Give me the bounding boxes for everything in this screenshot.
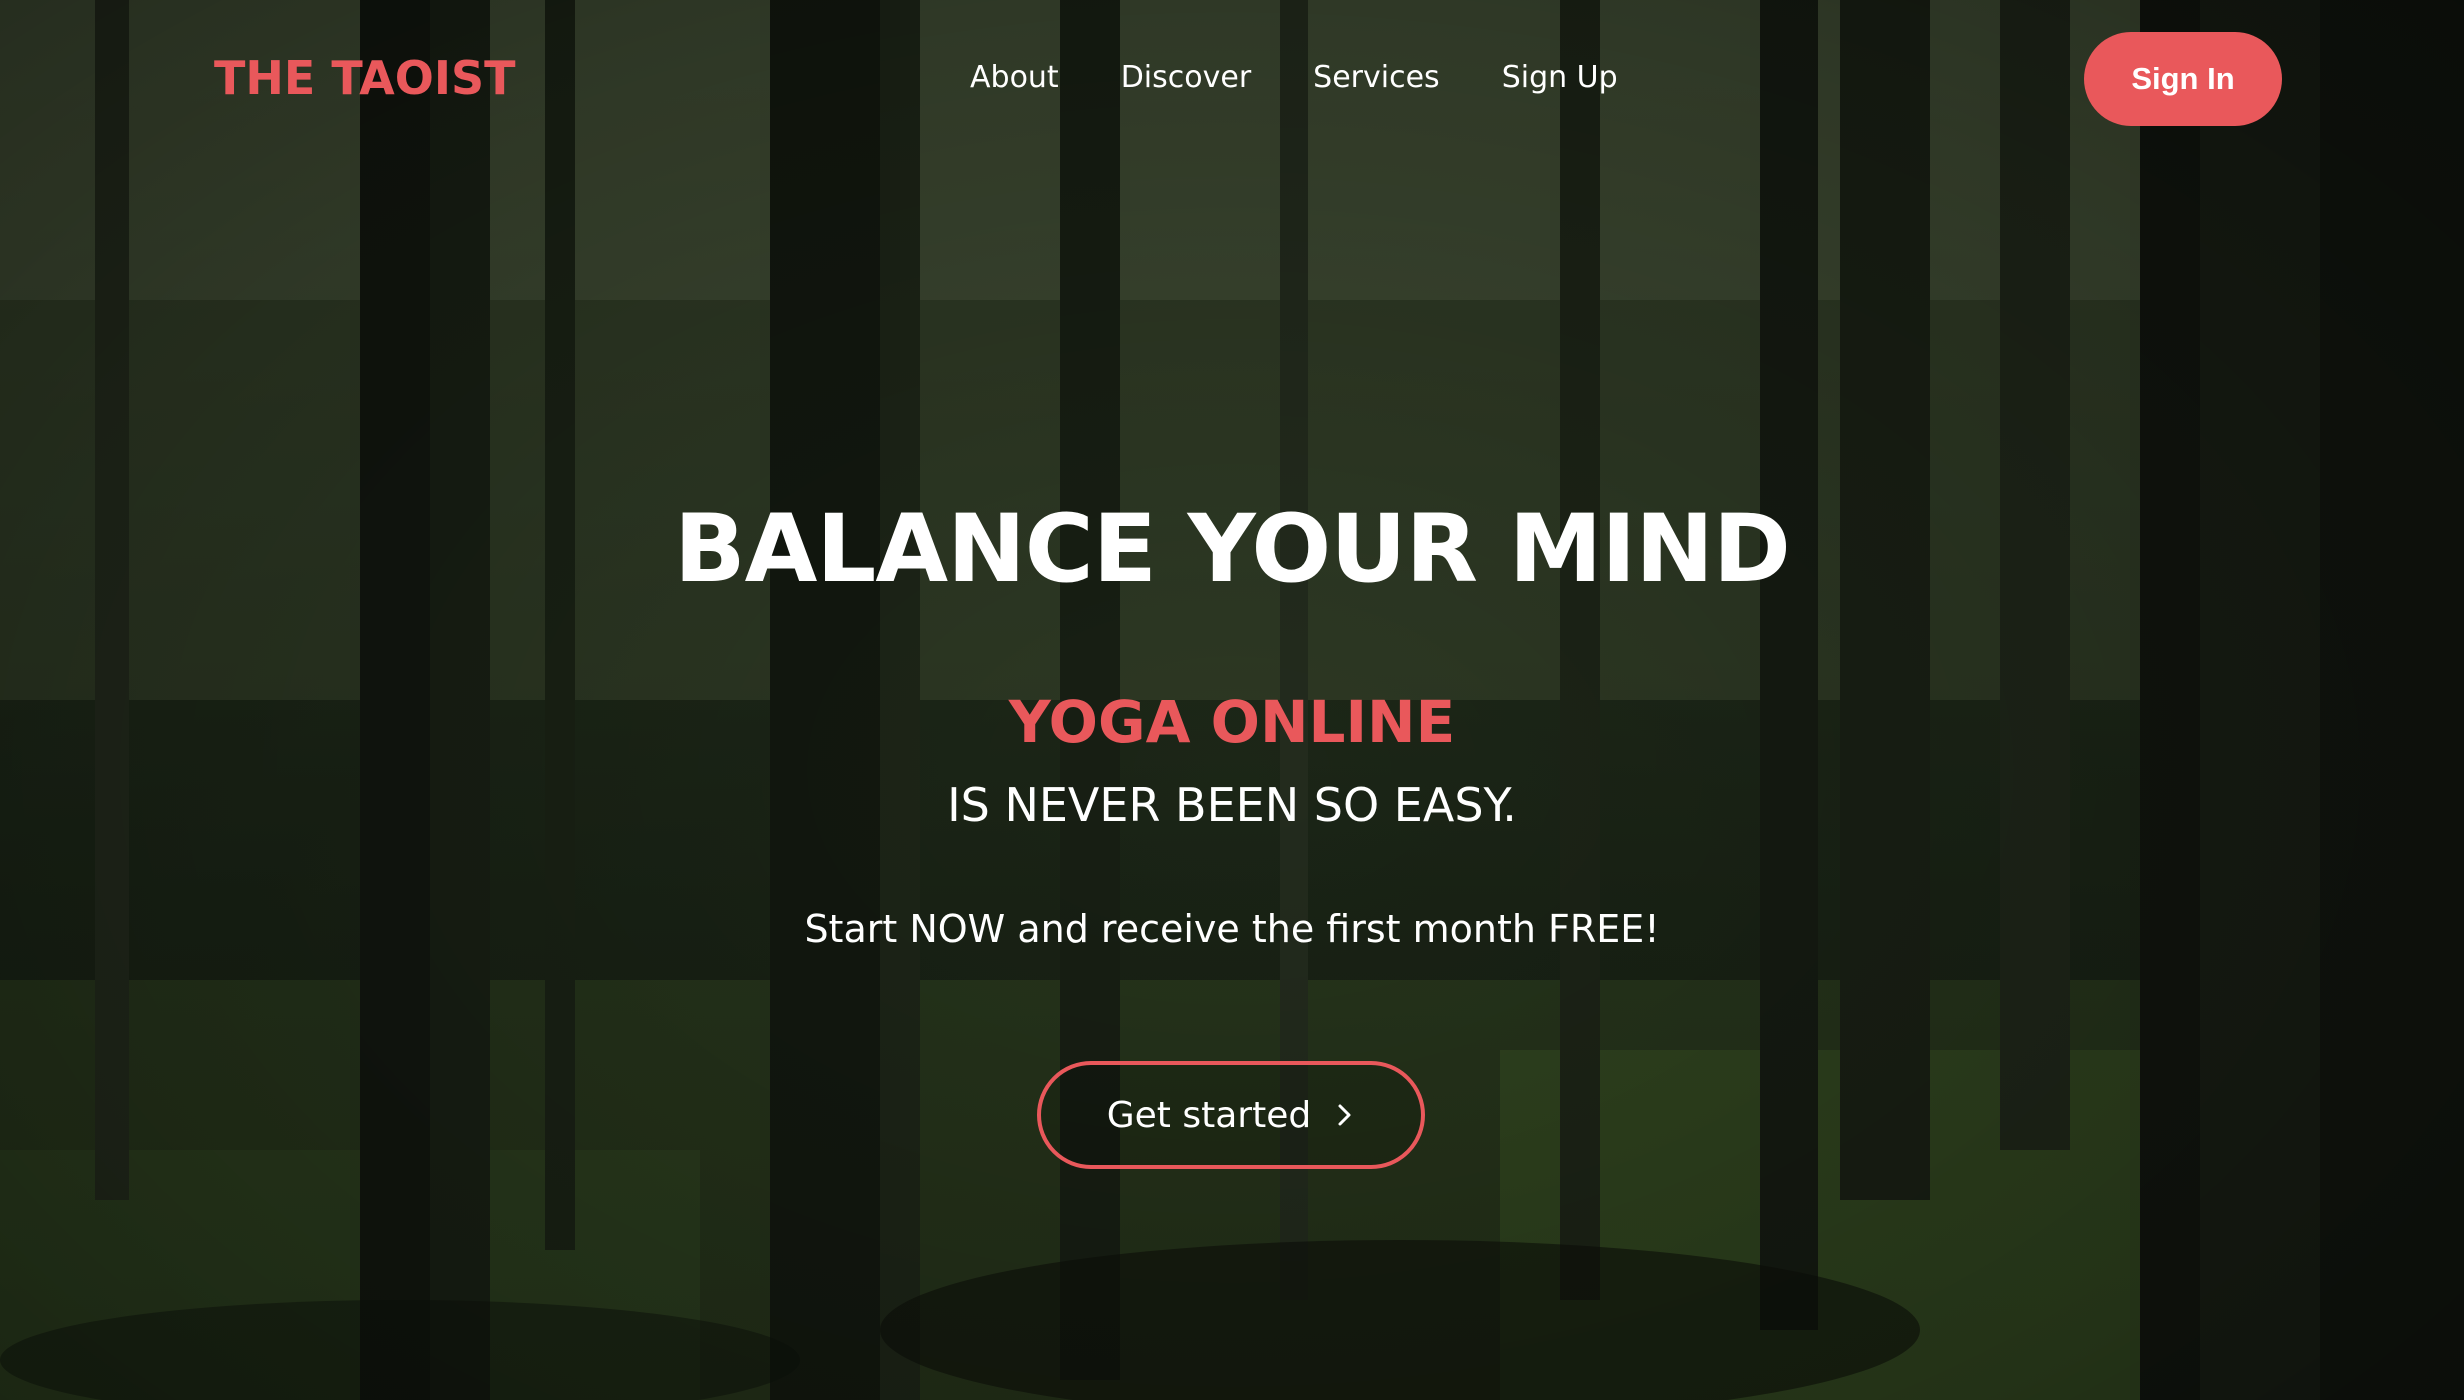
hero-section: THE TAOIST About Discover Services Sign … [0,0,2464,1400]
hero-headline: BALANCE YOUR MIND [674,495,1791,604]
nav-discover[interactable]: Discover [1121,56,1251,100]
nav-about[interactable]: About [970,56,1059,100]
main-navigation: About Discover Services Sign Up [970,56,1618,100]
hero-accent-text: YOGA ONLINE [1008,688,1456,756]
hero-subline: IS NEVER BEEN SO EASY. [947,778,1517,832]
nav-services[interactable]: Services [1313,56,1440,100]
chevron-right-icon [1338,1104,1351,1126]
hero-promo-text: Start NOW and receive the first month FR… [804,907,1660,951]
sign-in-button[interactable]: Sign In [2084,32,2282,126]
nav-sign-up[interactable]: Sign Up [1502,56,1618,100]
get-started-button[interactable]: Get started [1037,1061,1425,1169]
get-started-label: Get started [1106,1094,1312,1136]
brand-logo[interactable]: THE TAOIST [214,52,515,104]
